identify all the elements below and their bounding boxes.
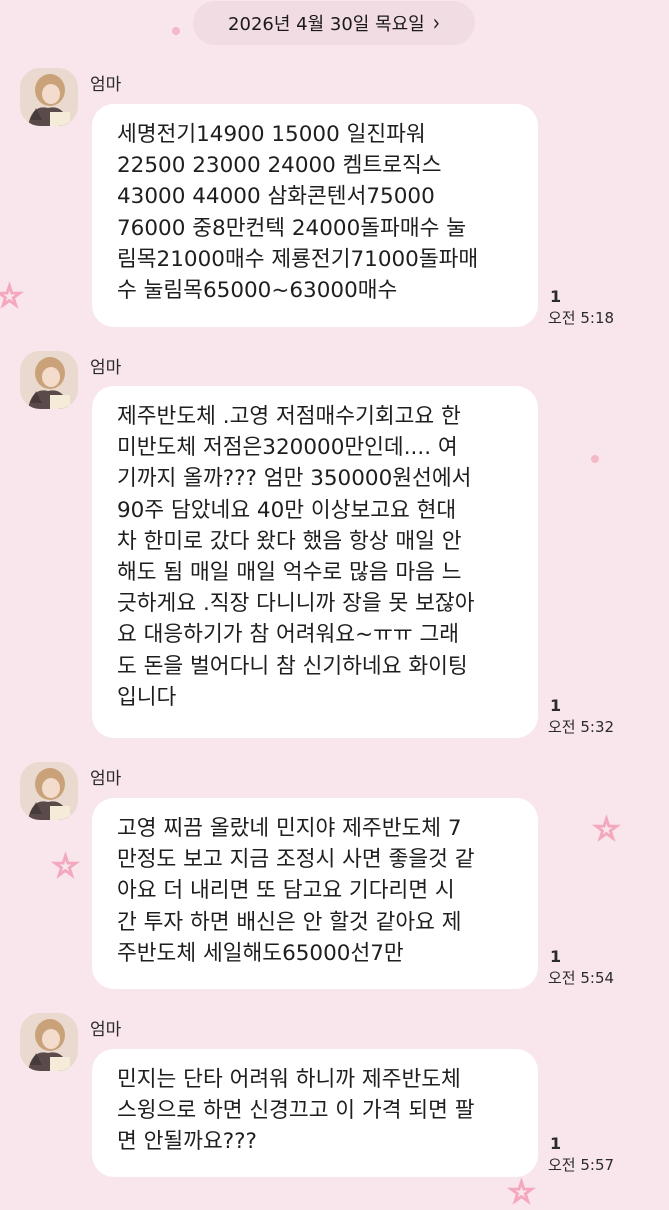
message-time: 오전 5:57 [548, 1156, 615, 1174]
avatar[interactable] [20, 1013, 78, 1071]
message-meta: 1 오전 5:18 [548, 287, 614, 329]
message-meta: 1 오전 5:54 [548, 947, 614, 989]
star-icon: ☆ [592, 812, 621, 847]
sender-name: 엄마 [90, 769, 122, 789]
date-label: 2026년 4월 30일 목요일 [228, 14, 425, 35]
dot-icon [591, 455, 599, 463]
avatar-photo [20, 1013, 78, 1071]
date-header-button[interactable]: 2026년 4월 30일 목요일 › [193, 1, 475, 45]
message-time: 오전 5:18 [548, 309, 615, 327]
sender-name: 엄마 [90, 1020, 122, 1040]
avatar-photo [20, 68, 78, 126]
unread-count: 1 [550, 287, 562, 306]
message-time: 오전 5:32 [548, 718, 615, 736]
avatar[interactable] [20, 762, 78, 820]
avatar[interactable] [20, 68, 78, 126]
message-meta: 1 오전 5:57 [548, 1134, 614, 1176]
star-icon: ☆ [507, 1175, 536, 1210]
chevron-right-icon: › [432, 9, 440, 37]
message-bubble[interactable]: 제주반도체 .고영 저점매수기회고요 한 미반도체 저점은320000만인데..… [92, 386, 538, 738]
star-icon: ☆ [0, 279, 24, 314]
avatar[interactable] [20, 351, 78, 409]
message-meta: 1 오전 5:32 [548, 696, 614, 738]
unread-count: 1 [550, 947, 562, 966]
sender-name: 엄마 [90, 75, 122, 95]
avatar-photo [20, 351, 78, 409]
unread-count: 1 [550, 696, 562, 715]
message-bubble[interactable]: 고영 찌끔 올랐네 민지야 제주반도체 7 만정도 보고 지금 조정시 사면 좋… [92, 798, 538, 989]
star-icon: ☆ [51, 849, 80, 884]
avatar-photo [20, 762, 78, 820]
message-bubble[interactable]: 세명전기14900 15000 일진파워 22500 23000 24000 켐… [92, 104, 538, 327]
dot-icon [172, 27, 180, 35]
unread-count: 1 [550, 1134, 562, 1153]
message-time: 오전 5:54 [548, 969, 615, 987]
message-bubble[interactable]: 민지는 단타 어려워 하니까 제주반도체 스윙으로 하면 신경끄고 이 가격 되… [92, 1049, 538, 1177]
sender-name: 엄마 [90, 358, 122, 378]
